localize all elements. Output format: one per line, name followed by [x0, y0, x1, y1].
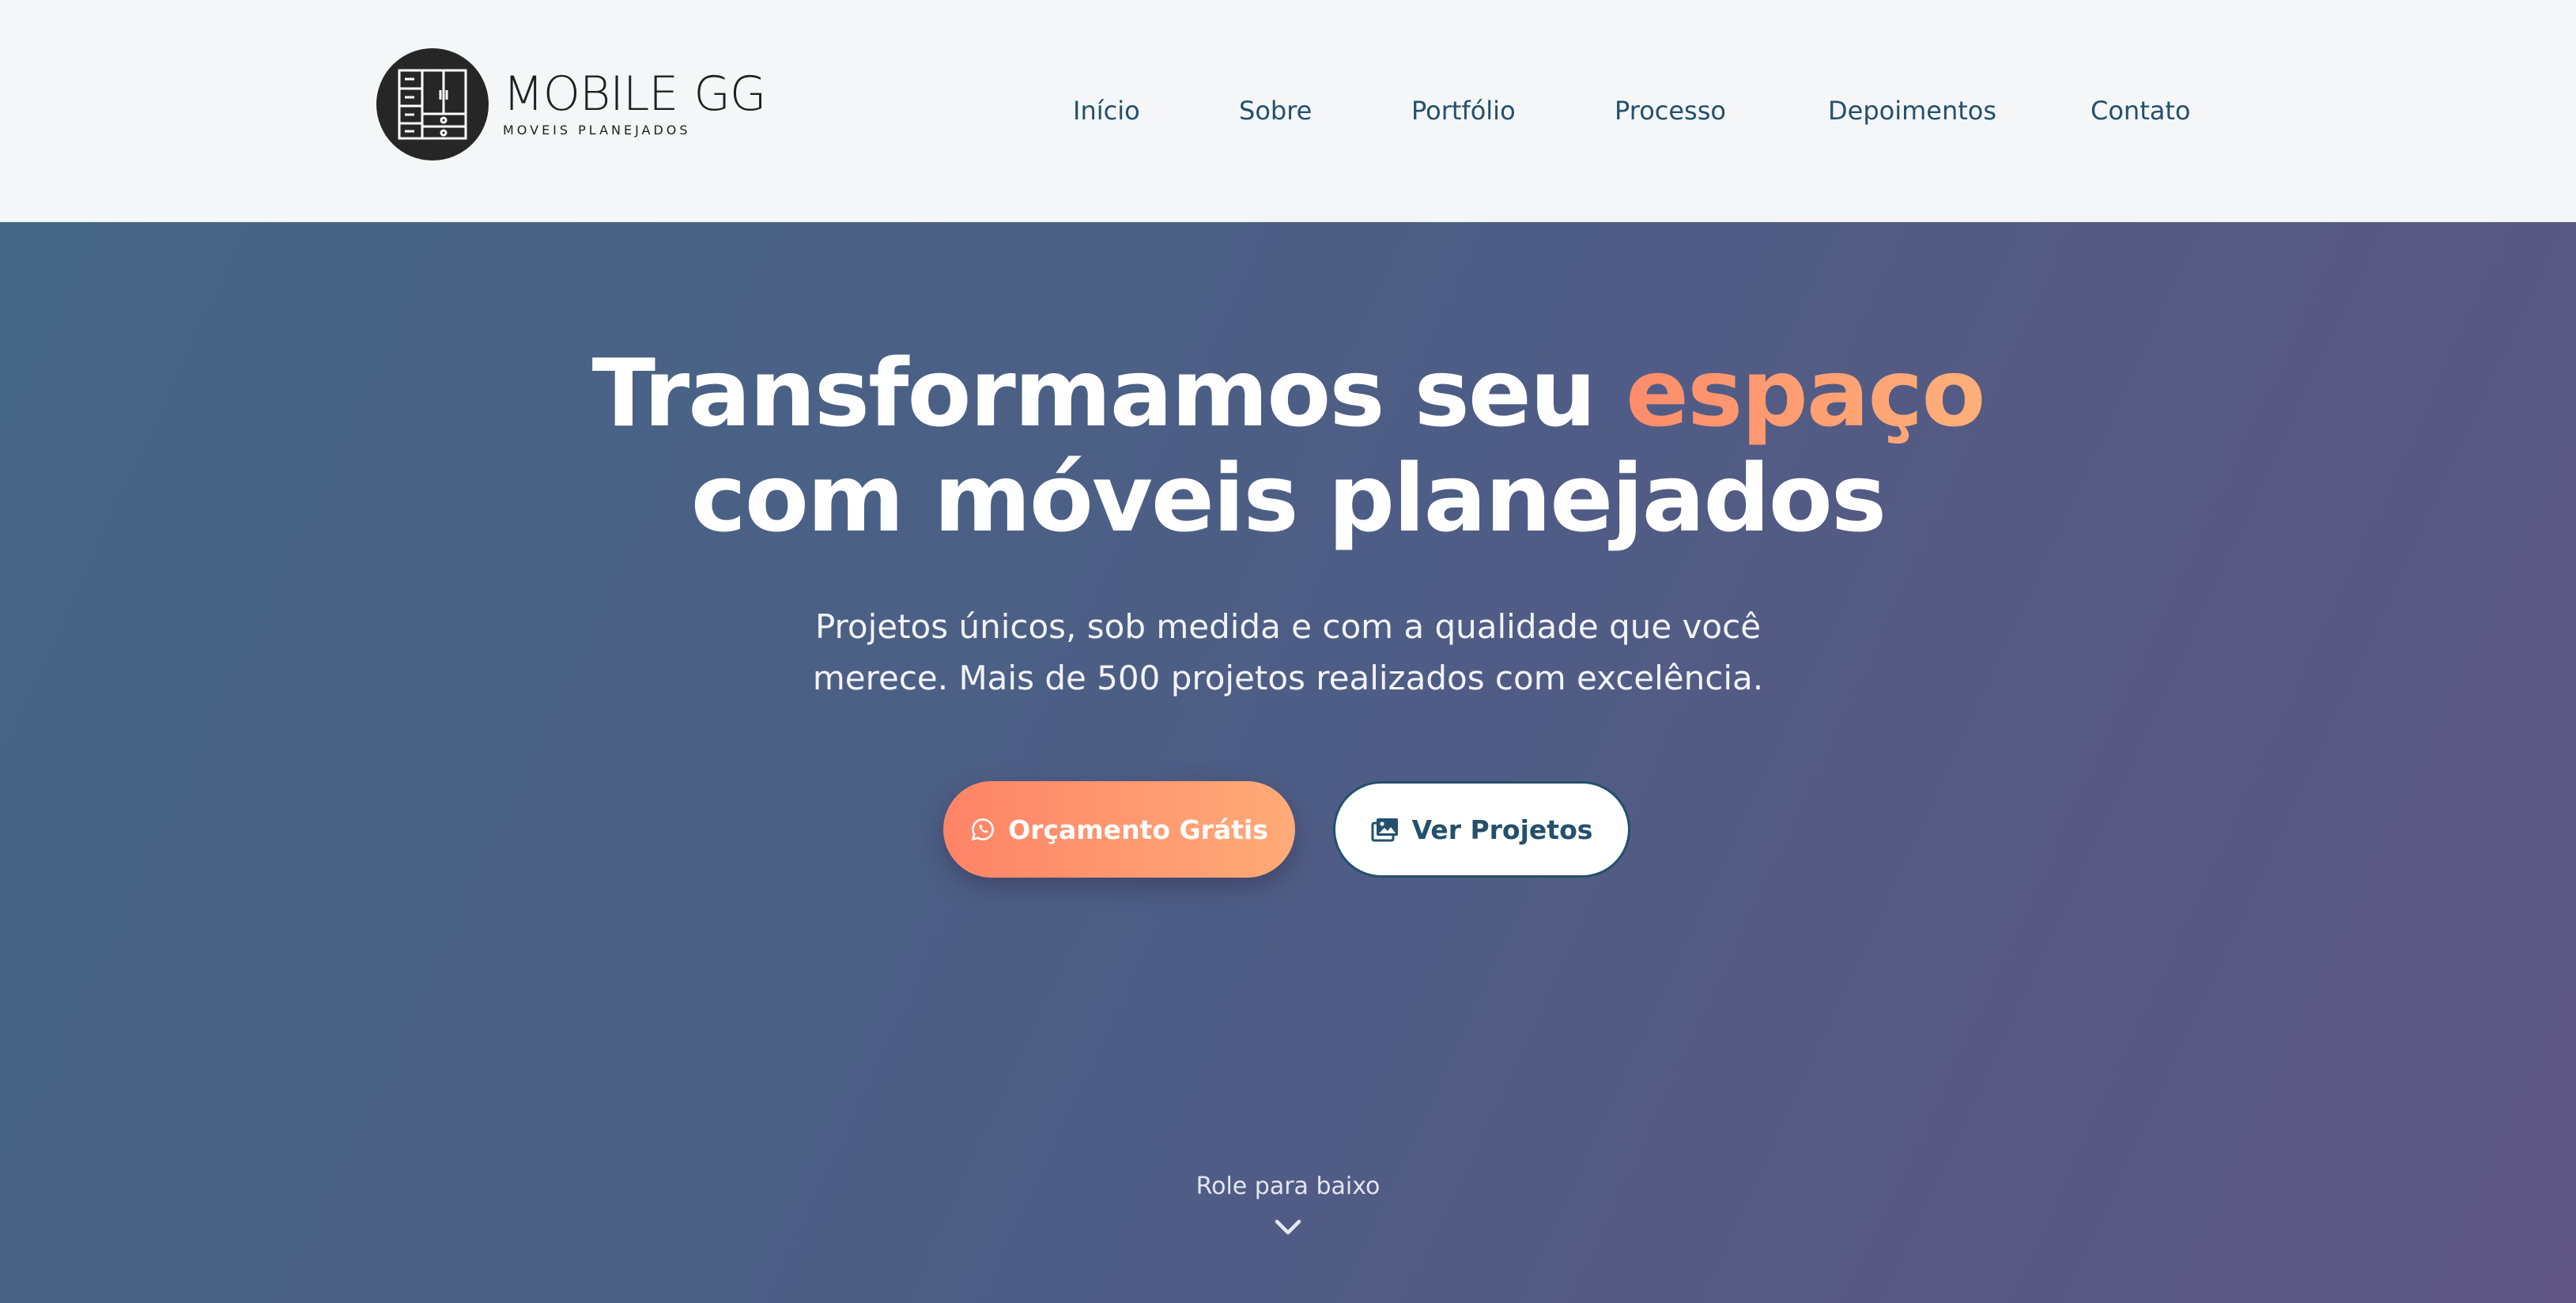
nav-item-sobre[interactable]: Sobre — [1239, 87, 1312, 134]
main-nav: Início Sobre Portfólio Processo Depoimen… — [0, 87, 2576, 134]
images-icon — [1371, 817, 1399, 842]
hero-title-line2: com móveis planejados — [690, 444, 1887, 553]
nav-item-processo[interactable]: Processo — [1615, 87, 1726, 134]
whatsapp-icon — [970, 817, 995, 842]
hero-subtitle-line2: merece. Mais de 500 projetos realizados … — [812, 659, 1764, 697]
scroll-hint: Role para baixo — [1195, 1173, 1381, 1200]
view-projects-label: Ver Projetos — [1411, 814, 1593, 845]
hero-subtitle: Projetos únicos, sob medida e com a qual… — [0, 601, 2576, 704]
nav-item-depoimentos[interactable]: Depoimentos — [1828, 87, 1996, 134]
nav-item-portfolio[interactable]: Portfólio — [1411, 87, 1516, 134]
hero-section: Transformamos seu espaço com móveis plan… — [0, 222, 2576, 1303]
view-projects-button[interactable]: Ver Projetos — [1333, 781, 1630, 878]
hero-title-prefix: Transformamos seu — [591, 338, 1626, 448]
hero-title: Transformamos seu espaço com móveis plan… — [0, 341, 2576, 551]
chevron-down-icon[interactable] — [1273, 1217, 1303, 1237]
nav-item-inicio[interactable]: Início — [1073, 87, 1140, 134]
hero-title-accent: espaço — [1626, 338, 1985, 448]
site-header: MOBILE GG MOVEIS PLANEJADOS Início Sobre … — [0, 0, 2576, 222]
hero-subtitle-line1: Projetos únicos, sob medida e com a qual… — [814, 607, 1762, 646]
nav-item-contato[interactable]: Contato — [2091, 87, 2190, 134]
free-quote-label: Orçamento Grátis — [1008, 814, 1268, 845]
free-quote-button[interactable]: Orçamento Grátis — [943, 781, 1295, 878]
